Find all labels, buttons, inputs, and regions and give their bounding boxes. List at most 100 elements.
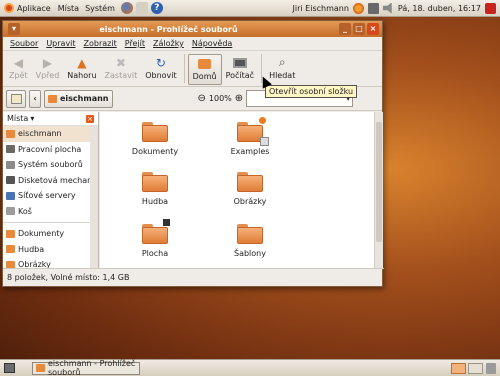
close-button[interactable]: × (367, 23, 379, 35)
workspace-1[interactable] (451, 362, 466, 374)
taskbar-window-button[interactable]: eischmann - Prohlížeč souborů (32, 359, 140, 376)
computer-icon (232, 56, 247, 69)
update-notifier-icon[interactable] (352, 2, 364, 14)
up-button[interactable]: ▲ Nahoru (63, 54, 100, 85)
zoom-level[interactable]: 100% (209, 94, 232, 103)
sidebar-item-home[interactable]: eischmann (3, 126, 98, 142)
home-button[interactable]: Domů (187, 54, 222, 85)
reload-button[interactable]: ↻ Obnovit (141, 54, 180, 85)
home-folder-icon (36, 364, 45, 372)
file-item-desktop[interactable]: Plocha (120, 218, 190, 258)
workspace-2[interactable] (468, 362, 483, 374)
search-icon: ⌕ (278, 55, 286, 69)
scrollbar-thumb[interactable] (376, 122, 382, 242)
stop-icon: ✖ (115, 55, 126, 70)
chevron-down-icon: ▾ (30, 114, 35, 123)
window-titlebar[interactable]: ▾ eischmann - Prohlížeč souborů _ □ × (3, 21, 382, 37)
menu-go[interactable]: Přejít (121, 39, 149, 48)
menu-system[interactable]: Systém (82, 4, 118, 13)
file-view: Dokumenty Examples Hudba Obrázky Plocha … (100, 112, 383, 269)
arrow-right-icon: ▶ (42, 55, 53, 70)
toggle-location-button[interactable] (6, 89, 26, 108)
top-panel: Aplikace Místa Systém ? Jiri Eischmann P… (0, 0, 500, 17)
lock-emblem-icon (258, 116, 267, 125)
folder-icon (237, 116, 269, 146)
file-item-examples[interactable]: Examples (215, 116, 285, 156)
sidebar-item-label: Systém souborů (18, 160, 83, 170)
sidebar-item-label: Pracovní plocha (18, 144, 82, 154)
path-button-label: eischmann (60, 94, 109, 103)
menu-applications[interactable]: Aplikace (17, 4, 51, 13)
bottom-panel: eischmann - Prohlížeč souborů (0, 359, 500, 376)
sidebar-header[interactable]: Místa ▾ × (3, 112, 98, 126)
clock[interactable]: Pá, 18. duben, 16:17 (398, 4, 481, 13)
file-label: Dokumenty (131, 147, 179, 156)
sidebar-scrollbar[interactable] (90, 126, 98, 269)
folder-icon (6, 229, 15, 238)
up-label: Nahoru (67, 71, 97, 80)
sidebar-item-music[interactable]: Hudba (3, 242, 98, 258)
taskbar-window-label: eischmann - Prohlížeč souborů (48, 359, 136, 376)
sidebar-item-trash[interactable]: Koš (3, 204, 98, 220)
sidebar-item-floppy[interactable]: Disketová mechanika (3, 173, 98, 189)
path-scroll-left-button[interactable]: ‹ (29, 89, 41, 108)
menu-help[interactable]: Nápověda (188, 39, 237, 48)
file-label: Obrázky (233, 197, 267, 206)
sidebar-item-documents[interactable]: Dokumenty (3, 226, 98, 242)
sidebar-item-network[interactable]: Síťové servery (3, 188, 98, 204)
folder-icon (237, 224, 263, 244)
network-servers-icon (6, 191, 15, 200)
harddisk-icon (6, 160, 15, 169)
user-name[interactable]: Jiri Eischmann (293, 4, 349, 13)
show-desktop-icon[interactable] (4, 363, 15, 373)
firefox-icon[interactable] (120, 2, 133, 14)
file-item-music[interactable]: Hudba (120, 172, 190, 206)
sidebar-item-label: eischmann (18, 129, 62, 139)
edit-location-icon (10, 93, 22, 104)
maximize-button[interactable]: □ (353, 23, 365, 35)
trash-applet-icon[interactable] (486, 362, 496, 374)
floppy-icon (6, 176, 15, 185)
power-icon[interactable] (485, 2, 496, 14)
menu-view[interactable]: Zobrazit (80, 39, 121, 48)
file-label: Šablony (234, 249, 266, 258)
stop-button[interactable]: ✖ Zastavit (101, 54, 142, 85)
sidebar-title: Místa (7, 114, 29, 123)
menu-edit[interactable]: Upravit (42, 39, 79, 48)
back-label: Zpět (9, 71, 28, 80)
toolbar: ◀ Zpět ▶ Vpřed ▲ Nahoru ✖ Zastavit ↻ Obn… (3, 51, 382, 87)
sidebar-close-icon[interactable]: × (86, 114, 94, 123)
sidebar-item-filesystem[interactable]: Systém souborů (3, 157, 98, 173)
file-item-templates[interactable]: Šablony (215, 224, 285, 258)
desktop-icon (6, 145, 15, 154)
home-folder-icon (198, 57, 212, 70)
menu-file[interactable]: Soubor (6, 39, 42, 48)
folder-icon (142, 172, 168, 192)
computer-button[interactable]: Počítač (222, 54, 259, 85)
folder-icon (237, 172, 263, 192)
sidebar-item-label: Hudba (18, 244, 45, 254)
forward-button[interactable]: ▶ Vpřed (32, 54, 64, 85)
file-browser-window: ▾ eischmann - Prohlížeč souborů _ □ × So… (2, 20, 384, 287)
file-item-pictures[interactable]: Obrázky (215, 172, 285, 206)
path-button-home[interactable]: eischmann (44, 89, 113, 108)
places-sidebar: Místa ▾ × eischmann Pracovní plocha Syst… (3, 112, 99, 269)
home-tooltip: Otevřít osobní složku (265, 85, 358, 98)
zoom-in-icon[interactable]: ⊕ (235, 93, 243, 104)
minimize-button[interactable]: _ (339, 23, 351, 35)
back-button[interactable]: ◀ Zpět (5, 54, 32, 85)
applications-menu[interactable]: Aplikace (0, 0, 55, 17)
volume-icon[interactable] (382, 2, 392, 14)
sidebar-item-desktop[interactable]: Pracovní plocha (3, 142, 98, 158)
network-icon[interactable] (367, 2, 379, 14)
arrow-up-icon: ▲ (77, 55, 87, 70)
file-item-documents[interactable]: Dokumenty (120, 122, 190, 156)
help-icon[interactable]: ? (150, 2, 163, 14)
mail-icon[interactable] (135, 2, 148, 14)
menu-places[interactable]: Místa (55, 4, 82, 13)
content-scrollbar[interactable] (374, 112, 383, 269)
menu-bookmarks[interactable]: Záložky (149, 39, 188, 48)
zoom-out-icon[interactable]: ⊖ (198, 93, 206, 104)
folder-icon (142, 218, 171, 244)
home-folder-icon (48, 94, 57, 103)
